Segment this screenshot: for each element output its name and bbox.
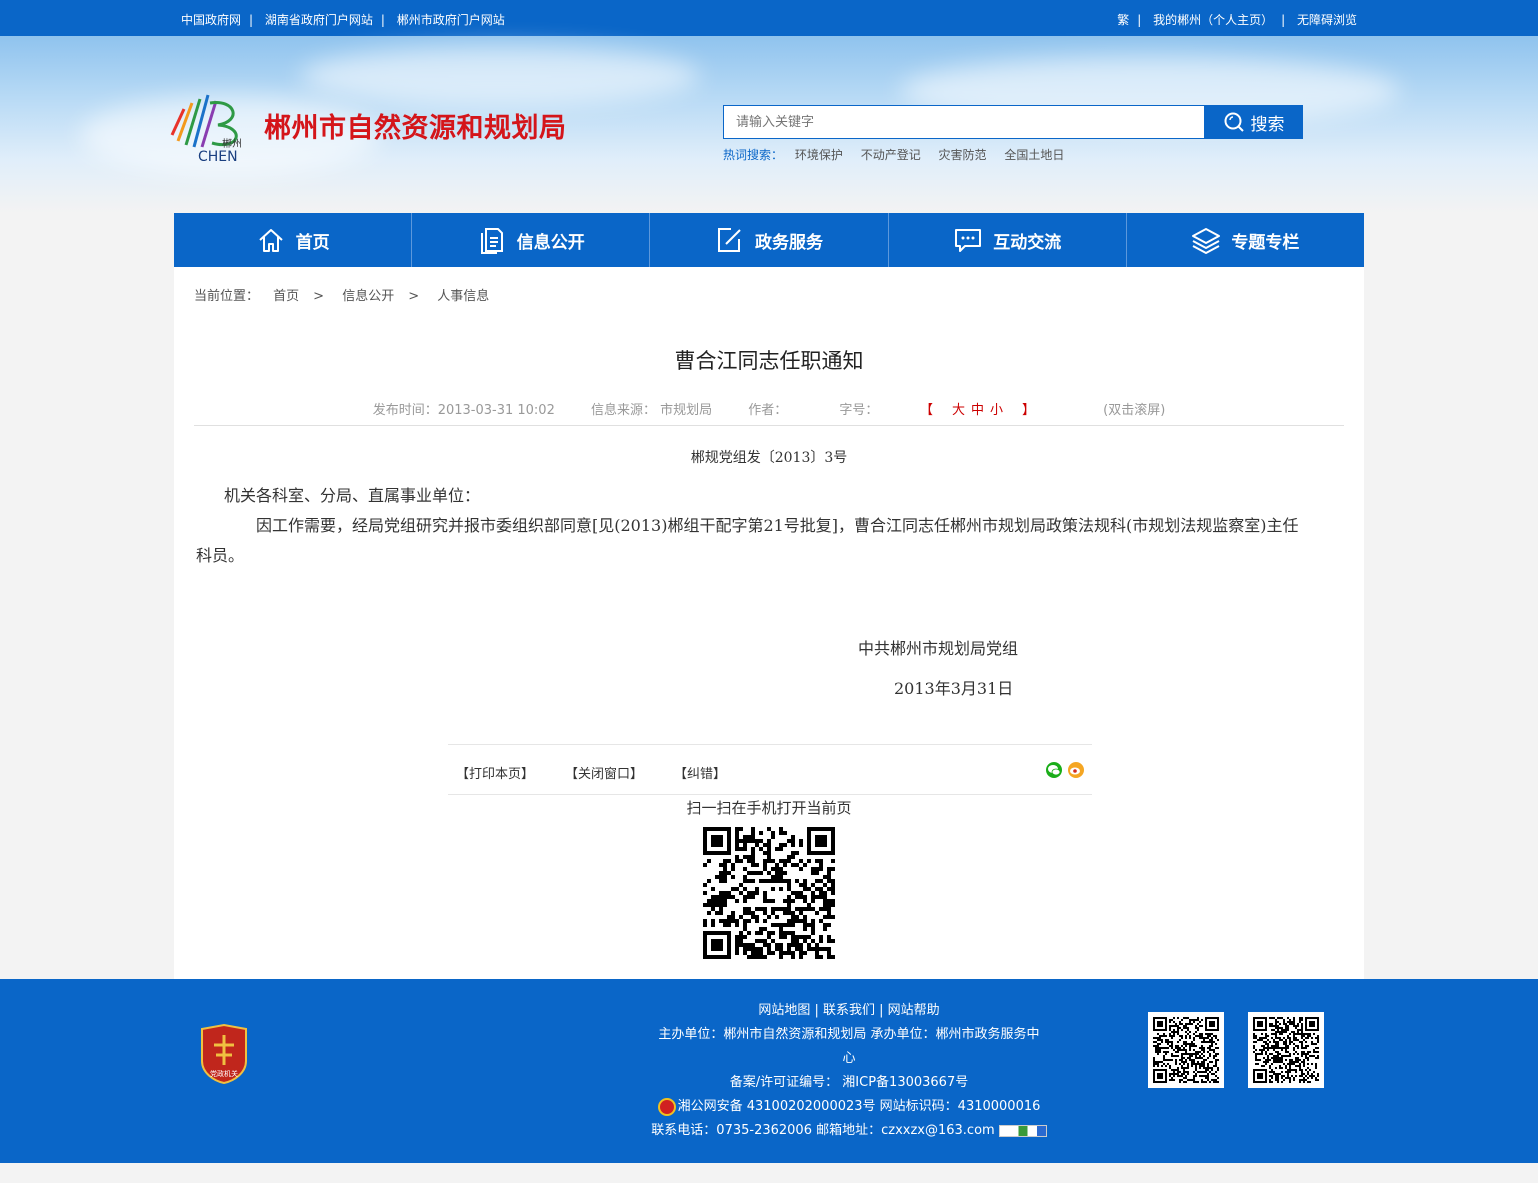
hot-word-1[interactable]: 环境保护 bbox=[795, 148, 843, 162]
link-my-chenzhou[interactable]: 我的郴州（个人主页） bbox=[1153, 13, 1273, 27]
font-size-small[interactable]: 小 bbox=[990, 403, 1003, 418]
search-box bbox=[723, 105, 1205, 139]
emblem-icon: 党政机关 bbox=[201, 1023, 247, 1085]
scan-label: 扫一扫在手机打开当前页 bbox=[686, 799, 852, 817]
footer-sponsor: 主办单位：郴州市自然资源和规划局 承办单位：郴州市政务服务中 bbox=[658, 1027, 1040, 1042]
report-error-button[interactable]: 【纠错】 bbox=[674, 763, 726, 782]
link-hunan-gov[interactable]: 湖南省政府门户网站 bbox=[265, 13, 373, 27]
publish-time: 发布时间：2013-03-31 10:02 bbox=[372, 403, 555, 418]
sign-date: 2013年3月31日 bbox=[894, 679, 1014, 698]
search-button[interactable]: 搜索 bbox=[1204, 105, 1303, 139]
link-gov-cn[interactable]: 中国政府网 bbox=[181, 13, 241, 27]
footer-qr-1 bbox=[1148, 1012, 1224, 1088]
article-container: 当前位置： 首页 > 信息公开 > 人事信息 曹合江同志任职通知 发布时间：2013… bbox=[174, 267, 1364, 979]
nav-special[interactable]: 专题专栏 bbox=[1127, 213, 1364, 267]
svg-text:CHEN: CHEN bbox=[198, 149, 238, 163]
page-qr-code bbox=[703, 827, 835, 959]
link-accessibility[interactable]: 无障碍浏览 bbox=[1297, 13, 1357, 27]
nav-gov-service-label: 政务服务 bbox=[755, 232, 823, 253]
svg-text:党政机关: 党政机关 bbox=[210, 1069, 238, 1078]
font-size-medium[interactable]: 中 bbox=[971, 403, 984, 418]
cnzz-stat-icon[interactable] bbox=[998, 1124, 1047, 1137]
article-title: 曹合江同志任职通知 bbox=[674, 349, 864, 373]
nav-special-label: 专题专栏 bbox=[1231, 232, 1300, 253]
qr-code-icon bbox=[1253, 1017, 1319, 1083]
document-icon bbox=[480, 228, 503, 254]
signature: 中共郴州市规划局党组 bbox=[858, 639, 1019, 658]
hot-word-2[interactable]: 不动产登记 bbox=[861, 148, 921, 162]
footer-icp[interactable]: 备案/许可证编号： 湘ICP备13003667号 bbox=[630, 1071, 1068, 1095]
article-meta: 发布时间：2013-03-31 10:02 信息来源： 市规划局 作者： 字号：… bbox=[174, 399, 1364, 418]
weibo-share-icon[interactable] bbox=[1068, 762, 1084, 778]
breadcrumb-info-public[interactable]: 信息公开 bbox=[342, 289, 394, 304]
print-button[interactable]: 【打印本页】 bbox=[456, 763, 534, 782]
hot-word-3[interactable]: 灾害防范 bbox=[939, 148, 987, 162]
search-icon bbox=[1224, 112, 1244, 132]
search-input[interactable] bbox=[724, 106, 1204, 138]
top-links-left: 中国政府网 | 湖南省政府门户网站 | 郴州市政府门户网站 bbox=[181, 13, 505, 27]
link-chenzhou-gov[interactable]: 郴州市政府门户网站 bbox=[397, 13, 505, 27]
top-bar: 中国政府网 | 湖南省政府门户网站 | 郴州市政府门户网站 繁 | 我的郴州（个人主页… bbox=[0, 0, 1538, 36]
footer: 党政机关 网站地图 | 联系我们 | 网站帮助 主办单位：郴州市自然资源和规划局… bbox=[0, 979, 1538, 1163]
salutation: 机关各科室、分局、直属事业单位： bbox=[224, 486, 481, 505]
breadcrumb-home[interactable]: 首页 bbox=[273, 289, 299, 304]
article-body: 机关各科室、分局、直属事业单位： 因工作需要，经局党组研究并报市委组织部同意[见… bbox=[196, 481, 1302, 571]
body-paragraph: 因工作需要，经局党组研究并报市委组织部同意[见(2013)郴组干配字第21号批复… bbox=[196, 516, 1299, 565]
main-nav: 首页 信息公开 政务服务 互动交流 专题专栏 bbox=[174, 213, 1364, 267]
qr-code-icon bbox=[1153, 1017, 1219, 1083]
nav-info-public[interactable]: 信息公开 bbox=[412, 213, 651, 267]
party-gov-emblem[interactable]: 党政机关 bbox=[198, 1023, 250, 1085]
layers-icon bbox=[1192, 228, 1221, 254]
hot-search: 热词搜索： 环境保护 不动产登记 灾害防范 全国土地日 bbox=[723, 146, 1078, 163]
chat-icon bbox=[955, 229, 982, 252]
footer-sponsor-cont: 心 bbox=[842, 1051, 856, 1066]
breadcrumb-personnel[interactable]: 人事信息 bbox=[437, 289, 489, 304]
font-size-large[interactable]: 大 bbox=[952, 403, 965, 418]
close-window-button[interactable]: 【关闭窗口】 bbox=[565, 763, 643, 782]
footer-contact: 联系电话：0735-2362006 邮箱地址：czxxzx@163.com bbox=[630, 1119, 1068, 1143]
site-logo[interactable]: 郴州 CHEN bbox=[166, 91, 250, 165]
nav-interaction-label: 互动交流 bbox=[993, 232, 1062, 253]
document-number: 郴规党组发〔2013〕3号 bbox=[690, 450, 848, 466]
hot-word-4[interactable]: 全国土地日 bbox=[1004, 148, 1064, 162]
info-source: 信息来源： 市规划局 bbox=[590, 403, 713, 418]
footer-qr-2 bbox=[1248, 1012, 1324, 1088]
author: 作者： bbox=[748, 403, 788, 418]
search-button-label: 搜索 bbox=[1250, 114, 1285, 135]
header: 郴州 CHEN 郴州市自然资源和规划局 搜索 热词搜索： 环境保护 不动产登记 … bbox=[0, 36, 1538, 213]
dblclick-scroll: (双击滚屏) bbox=[1103, 403, 1166, 418]
footer-info: 网站地图 | 联系我们 | 网站帮助 主办单位：郴州市自然资源和规划局 承办单位… bbox=[630, 999, 1068, 1143]
nav-info-public-label: 信息公开 bbox=[516, 232, 585, 253]
wechat-share-icon[interactable] bbox=[1046, 762, 1062, 778]
meta-divider bbox=[194, 425, 1344, 426]
article-tools: 【打印本页】 【关闭窗口】 【纠错】 bbox=[448, 744, 1092, 795]
home-icon bbox=[258, 229, 283, 252]
footer-links[interactable]: 网站地图 | 联系我们 | 网站帮助 bbox=[630, 999, 1068, 1023]
nav-home[interactable]: 首页 bbox=[174, 213, 413, 267]
breadcrumb: 当前位置： 首页 > 信息公开 > 人事信息 bbox=[194, 289, 490, 304]
site-title: 郴州市自然资源和规划局 bbox=[264, 113, 567, 144]
breadcrumb-label: 当前位置： bbox=[194, 289, 260, 304]
nav-interaction[interactable]: 互动交流 bbox=[889, 213, 1127, 267]
font-size-control: 字号：【大中小】 bbox=[839, 403, 1036, 418]
footer-police[interactable]: 湘公网安备 43100202000023号 网站标识码：4310000016 bbox=[630, 1095, 1068, 1119]
police-badge-icon bbox=[657, 1097, 676, 1116]
link-traditional[interactable]: 繁 bbox=[1117, 13, 1129, 27]
nav-gov-service[interactable]: 政务服务 bbox=[650, 213, 889, 267]
edit-icon bbox=[718, 228, 741, 252]
logo-icon: 郴州 CHEN bbox=[170, 94, 242, 165]
qr-code-icon bbox=[703, 827, 835, 959]
top-links-right: 繁 | 我的郴州（个人主页） | 无障碍浏览 bbox=[1117, 13, 1357, 27]
hot-search-label: 热词搜索： bbox=[723, 148, 784, 162]
nav-home-label: 首页 bbox=[295, 232, 330, 253]
